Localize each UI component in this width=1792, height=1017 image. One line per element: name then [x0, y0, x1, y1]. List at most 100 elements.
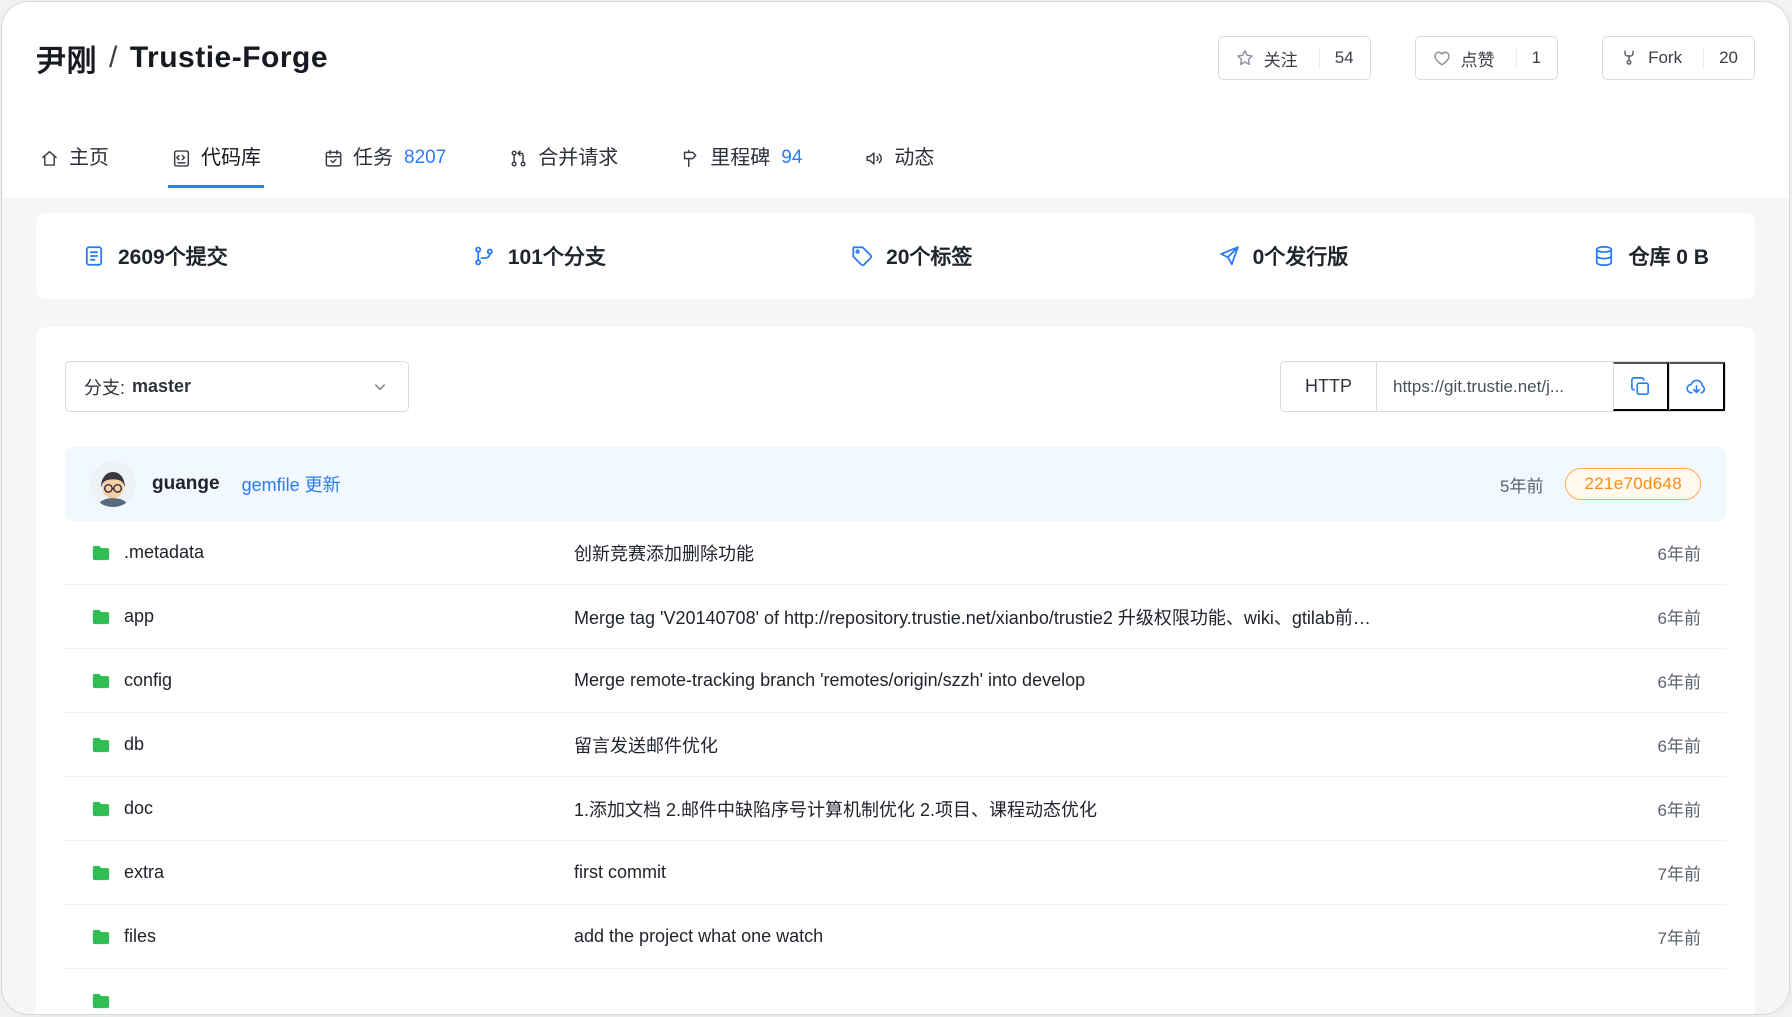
clone-url-input[interactable] — [1377, 362, 1613, 411]
file-name-cell[interactable]: app — [90, 606, 574, 628]
file-name[interactable]: files — [124, 926, 156, 947]
like-button[interactable]: 点赞 1 — [1415, 36, 1558, 80]
tab-code-repository[interactable]: 代码库 — [168, 130, 264, 188]
fork-button[interactable]: Fork 20 — [1602, 36, 1755, 80]
page-title: 尹刚 / Trustie-Forge — [36, 36, 328, 80]
avatar — [90, 461, 136, 507]
table-row[interactable]: config Merge remote-tracking branch 'rem… — [65, 649, 1726, 713]
table-row-partial[interactable] — [65, 969, 1726, 1015]
tag-icon — [850, 244, 874, 268]
latest-commit-message-link[interactable]: gemfile 更新 — [242, 471, 341, 497]
download-icon[interactable] — [1669, 362, 1725, 411]
stat-branches[interactable]: 101个分支 — [472, 241, 606, 271]
folder-icon — [90, 670, 112, 692]
copy-icon[interactable] — [1613, 362, 1669, 411]
folder-icon — [90, 734, 112, 756]
tasks-icon — [323, 148, 344, 169]
table-row[interactable]: app Merge tag 'V20140708' of http://repo… — [65, 585, 1726, 649]
file-name[interactable]: doc — [124, 798, 153, 819]
like-count: 1 — [1516, 48, 1541, 68]
commit-time: 7年前 — [1606, 924, 1701, 949]
file-name-cell[interactable]: .metadata — [90, 542, 574, 564]
repository-icon — [171, 148, 192, 169]
protocol-button[interactable]: HTTP — [1281, 362, 1377, 411]
file-name[interactable]: .metadata — [124, 542, 204, 563]
file-name[interactable]: app — [124, 606, 154, 627]
like-label: 点赞 — [1461, 46, 1495, 71]
chevron-down-icon — [370, 377, 390, 397]
tasks-count: 8207 — [404, 146, 446, 170]
table-row[interactable]: doc 1.添加文档 2.邮件中缺陷序号计算机制优化 2.项目、课程动态优化 6… — [65, 777, 1726, 841]
file-name-cell[interactable]: files — [90, 926, 574, 948]
clone-url-group: HTTP — [1280, 361, 1726, 412]
fork-label: Fork — [1648, 48, 1682, 68]
table-row[interactable]: db 留言发送邮件优化 6年前 — [65, 713, 1726, 777]
file-name-cell[interactable]: db — [90, 734, 574, 756]
tab-merge-requests[interactable]: 合并请求 — [505, 130, 621, 188]
repo-owner[interactable]: 尹刚 — [36, 36, 97, 80]
tab-milestones[interactable]: 里程碑 94 — [677, 130, 805, 188]
table-row[interactable]: .metadata 创新竞赛添加删除功能 6年前 — [65, 521, 1726, 585]
file-name-cell[interactable]: extra — [90, 862, 574, 884]
code-browser-card: 分支: master HTTP — [36, 327, 1755, 1015]
file-table: guange gemfile 更新 5年前 221e70d648 .metada… — [65, 447, 1726, 1015]
folder-icon — [90, 798, 112, 820]
folder-icon — [90, 606, 112, 628]
stat-repo-size[interactable]: 仓库 0 B — [1592, 241, 1709, 271]
file-name[interactable]: extra — [124, 862, 164, 883]
commit-message-link[interactable]: Merge remote-tracking branch 'remotes/or… — [574, 670, 1606, 691]
tab-activity[interactable]: 动态 — [861, 130, 937, 188]
code-toolbar: 分支: master HTTP — [65, 361, 1726, 412]
release-icon — [1217, 244, 1241, 268]
merge-request-icon — [508, 148, 529, 169]
commit-message-link[interactable]: add the project what one watch — [574, 926, 1606, 947]
folder-icon — [90, 542, 112, 564]
commit-message-link[interactable]: Merge tag 'V20140708' of http://reposito… — [574, 604, 1606, 630]
milestone-icon — [680, 148, 701, 169]
file-name[interactable]: config — [124, 670, 172, 691]
app-window: 尹刚 / Trustie-Forge 关注 54 点赞 1 — [1, 1, 1790, 1015]
commit-time: 6年前 — [1606, 540, 1701, 565]
table-row[interactable]: files add the project what one watch 7年前 — [65, 905, 1726, 969]
watch-button[interactable]: 关注 54 — [1218, 36, 1371, 80]
commit-message-link[interactable]: 创新竞赛添加删除功能 — [574, 540, 1606, 566]
latest-commit-bar: guange gemfile 更新 5年前 221e70d648 — [65, 447, 1726, 521]
branch-value: master — [132, 376, 191, 397]
tab-tasks[interactable]: 任务 8207 — [320, 130, 449, 188]
title-separator: / — [109, 41, 118, 75]
stat-tags[interactable]: 20个标签 — [850, 241, 972, 271]
commits-icon — [82, 244, 106, 268]
watch-label: 关注 — [1264, 46, 1298, 71]
commit-time: 6年前 — [1606, 604, 1701, 629]
milestones-count: 94 — [781, 146, 802, 170]
home-icon — [39, 148, 60, 169]
file-name-cell[interactable]: doc — [90, 798, 574, 820]
repo-actions: 关注 54 点赞 1 Fork 20 — [1218, 36, 1755, 80]
commit-message-link[interactable]: first commit — [574, 862, 1606, 883]
commit-message-link[interactable]: 留言发送邮件优化 — [574, 732, 1606, 758]
heart-icon — [1432, 48, 1452, 68]
branch-selector[interactable]: 分支: master — [65, 361, 409, 412]
file-name-cell[interactable] — [90, 990, 574, 1012]
commit-time: 6年前 — [1606, 796, 1701, 821]
stat-commits[interactable]: 2609个提交 — [82, 241, 228, 271]
commit-hash-badge[interactable]: 221e70d648 — [1565, 468, 1701, 500]
table-row[interactable]: extra first commit 7年前 — [65, 841, 1726, 905]
commit-message-link[interactable]: 1.添加文档 2.邮件中缺陷序号计算机制优化 2.项目、课程动态优化 — [574, 796, 1606, 822]
star-icon — [1235, 48, 1255, 68]
file-name-cell[interactable]: config — [90, 670, 574, 692]
tab-home[interactable]: 主页 — [36, 130, 112, 188]
repo-tabs: 主页 代码库 任务 8207 合并请求 — [36, 130, 1755, 188]
stat-releases[interactable]: 0个发行版 — [1217, 241, 1349, 271]
folder-icon — [90, 990, 112, 1012]
content-area: 2609个提交 101个分支 20个标签 0个发行版 — [2, 198, 1789, 1015]
branch-icon — [472, 244, 496, 268]
commit-time: 6年前 — [1606, 732, 1701, 757]
repo-name[interactable]: Trustie-Forge — [130, 41, 328, 75]
repo-header: 尹刚 / Trustie-Forge 关注 54 点赞 1 — [2, 2, 1789, 198]
activity-icon — [864, 148, 885, 169]
file-name[interactable]: db — [124, 734, 144, 755]
watch-count: 54 — [1319, 48, 1354, 68]
fork-icon — [1619, 48, 1639, 68]
commit-author[interactable]: guange — [152, 473, 220, 495]
